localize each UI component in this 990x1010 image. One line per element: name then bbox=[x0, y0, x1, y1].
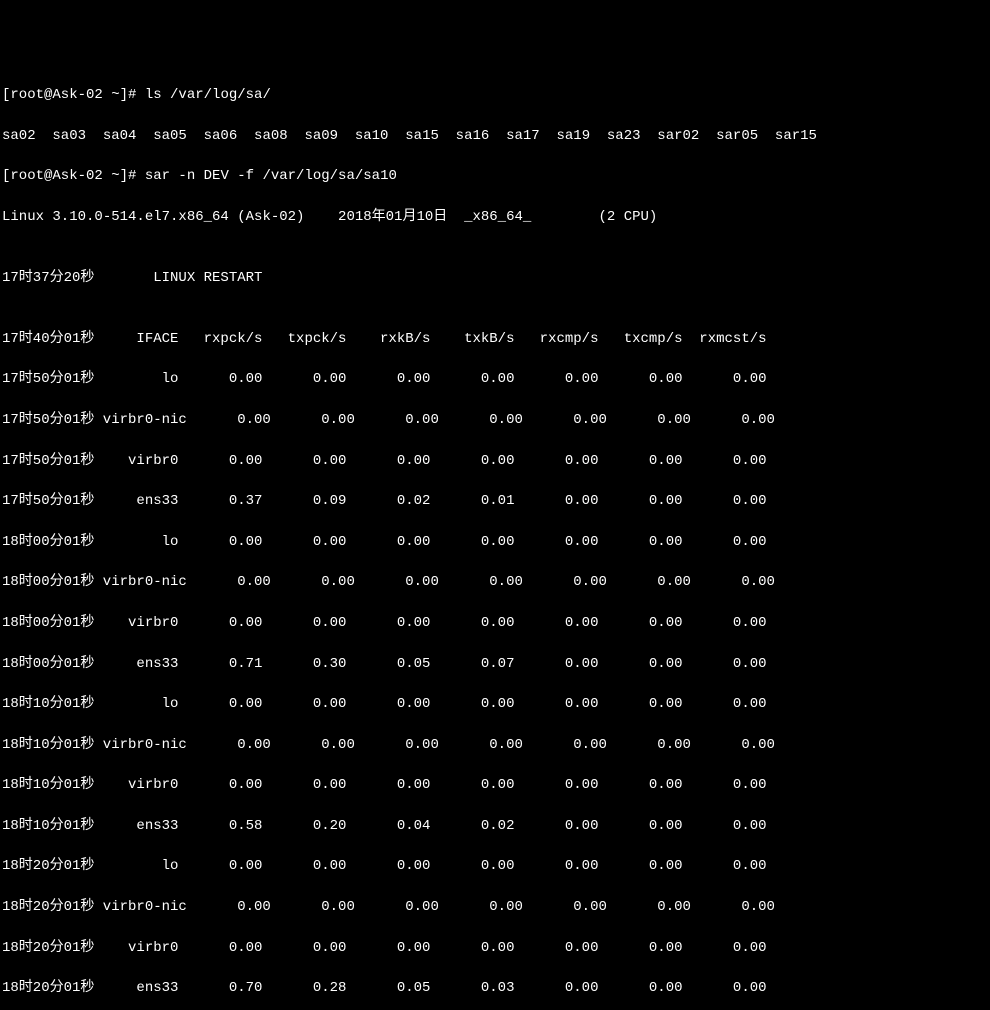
prompt-text: [root@Ask-02 ~]# bbox=[2, 168, 145, 184]
sar-data-row: 17时50分01秒 ens33 0.37 0.09 0.02 0.01 0.00… bbox=[2, 491, 988, 511]
prompt-line-2: [root@Ask-02 ~]# sar -n DEV -f /var/log/… bbox=[2, 166, 988, 186]
restart-line: 17时37分20秒 LINUX RESTART bbox=[2, 268, 988, 288]
sar-data-row: 18时10分01秒 lo 0.00 0.00 0.00 0.00 0.00 0.… bbox=[2, 694, 988, 714]
sar-data-row: 18时20分01秒 virbr0 0.00 0.00 0.00 0.00 0.0… bbox=[2, 938, 988, 958]
sar-data-row: 17时50分01秒 virbr0-nic 0.00 0.00 0.00 0.00… bbox=[2, 410, 988, 430]
prompt-text: [root@Ask-02 ~]# bbox=[2, 87, 145, 103]
sar-data-row: 18时10分01秒 virbr0-nic 0.00 0.00 0.00 0.00… bbox=[2, 735, 988, 755]
command-1: ls /var/log/sa/ bbox=[145, 87, 271, 103]
prompt-line-1: [root@Ask-02 ~]# ls /var/log/sa/ bbox=[2, 85, 988, 105]
sar-data-row: 17时50分01秒 lo 0.00 0.00 0.00 0.00 0.00 0.… bbox=[2, 369, 988, 389]
sar-data-row: 17时50分01秒 virbr0 0.00 0.00 0.00 0.00 0.0… bbox=[2, 451, 988, 471]
sar-data-row: 18时00分01秒 ens33 0.71 0.30 0.05 0.07 0.00… bbox=[2, 654, 988, 674]
sar-data-row: 18时20分01秒 lo 0.00 0.00 0.00 0.00 0.00 0.… bbox=[2, 856, 988, 876]
sar-data-row: 18时00分01秒 virbr0-nic 0.00 0.00 0.00 0.00… bbox=[2, 572, 988, 592]
command-2: sar -n DEV -f /var/log/sa/sa10 bbox=[145, 168, 397, 184]
ls-output: sa02 sa03 sa04 sa05 sa06 sa08 sa09 sa10 … bbox=[2, 126, 988, 146]
sar-data-row: 18时10分01秒 ens33 0.58 0.20 0.04 0.02 0.00… bbox=[2, 816, 988, 836]
sar-header-row: 17时40分01秒 IFACE rxpck/s txpck/s rxkB/s t… bbox=[2, 329, 988, 349]
system-info-line: Linux 3.10.0-514.el7.x86_64 (Ask-02) 201… bbox=[2, 207, 988, 227]
sar-data-row: 18时20分01秒 ens33 0.70 0.28 0.05 0.03 0.00… bbox=[2, 978, 988, 998]
sar-data-row: 18时20分01秒 virbr0-nic 0.00 0.00 0.00 0.00… bbox=[2, 897, 988, 917]
sar-data-row: 18时10分01秒 virbr0 0.00 0.00 0.00 0.00 0.0… bbox=[2, 775, 988, 795]
sar-data-row: 18时00分01秒 lo 0.00 0.00 0.00 0.00 0.00 0.… bbox=[2, 532, 988, 552]
sar-data-row: 18时00分01秒 virbr0 0.00 0.00 0.00 0.00 0.0… bbox=[2, 613, 988, 633]
